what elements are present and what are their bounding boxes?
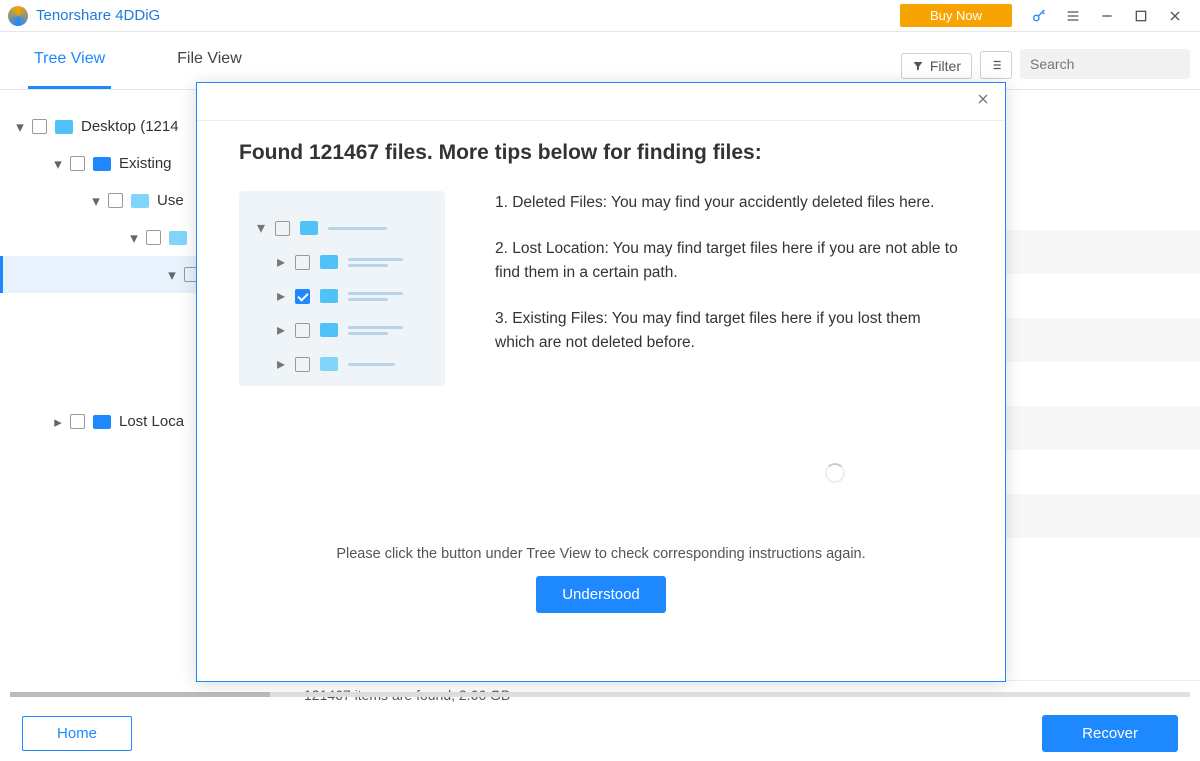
tip-lost-location: 2. Lost Location: You may find target fi… — [495, 237, 963, 285]
search-input[interactable] — [1030, 56, 1200, 72]
tree-label: Existing — [119, 155, 172, 172]
key-icon[interactable] — [1026, 3, 1052, 29]
checkbox[interactable] — [146, 230, 161, 245]
tab-file-view[interactable]: File View — [171, 32, 248, 89]
modal-close-button[interactable] — [975, 91, 991, 112]
folder-icon — [93, 415, 111, 429]
chevron-down-icon: ▾ — [128, 229, 140, 247]
home-button[interactable]: Home — [22, 716, 132, 751]
minimize-icon[interactable] — [1094, 3, 1120, 29]
tree-label: Desktop (1214 — [81, 118, 179, 135]
footer: Home Recover — [0, 706, 1200, 761]
close-icon — [975, 91, 991, 107]
scan-progress — [10, 692, 1190, 697]
checkbox[interactable] — [108, 193, 123, 208]
modal-hint: Please click the button under Tree View … — [239, 546, 963, 562]
filter-label: Filter — [930, 58, 961, 74]
chevron-down-icon: ▾ — [14, 118, 26, 136]
checkbox[interactable] — [70, 156, 85, 171]
list-view-button[interactable] — [980, 51, 1012, 79]
checkbox[interactable] — [32, 119, 47, 134]
folder-icon — [131, 194, 149, 208]
modal-title: Found 121467 files. More tips below for … — [239, 141, 963, 165]
chevron-down-icon: ▾ — [166, 266, 178, 284]
recover-button[interactable]: Recover — [1042, 715, 1178, 752]
tree-label: Lost Loca — [119, 413, 184, 430]
tip-existing-files: 3. Existing Files: You may find target f… — [495, 307, 963, 355]
understood-button[interactable]: Understood — [536, 576, 666, 613]
chevron-down-icon: ▾ — [52, 155, 64, 173]
folder-icon — [55, 120, 73, 134]
tab-tree-view[interactable]: Tree View — [28, 32, 111, 89]
filter-button[interactable]: Filter — [901, 53, 972, 79]
maximize-icon[interactable] — [1128, 3, 1154, 29]
buy-now-button[interactable]: Buy Now — [900, 4, 1012, 27]
tip-deleted-files: 1. Deleted Files: You may find your acci… — [495, 191, 963, 215]
tree-label: Use — [157, 192, 184, 209]
menu-icon[interactable] — [1060, 3, 1086, 29]
app-title: Tenorshare 4DDiG — [36, 7, 160, 24]
checkbox[interactable] — [70, 414, 85, 429]
filter-icon — [912, 60, 924, 72]
chevron-down-icon: ▾ — [90, 192, 102, 210]
folder-icon — [169, 231, 187, 245]
modal-illustration: ▾ ▸ ▸ ▸ ▸ — [239, 191, 445, 386]
folder-icon — [93, 157, 111, 171]
chevron-right-icon: ▸ — [52, 413, 64, 431]
search-box[interactable] — [1020, 49, 1190, 79]
title-bar: Tenorshare 4DDiG Buy Now — [0, 0, 1200, 32]
tips-modal: Found 121467 files. More tips below for … — [196, 82, 1006, 682]
app-logo-icon — [8, 6, 28, 26]
modal-tips: 1. Deleted Files: You may find your acci… — [495, 191, 963, 386]
close-icon[interactable] — [1162, 3, 1188, 29]
spinner-icon — [825, 463, 845, 483]
